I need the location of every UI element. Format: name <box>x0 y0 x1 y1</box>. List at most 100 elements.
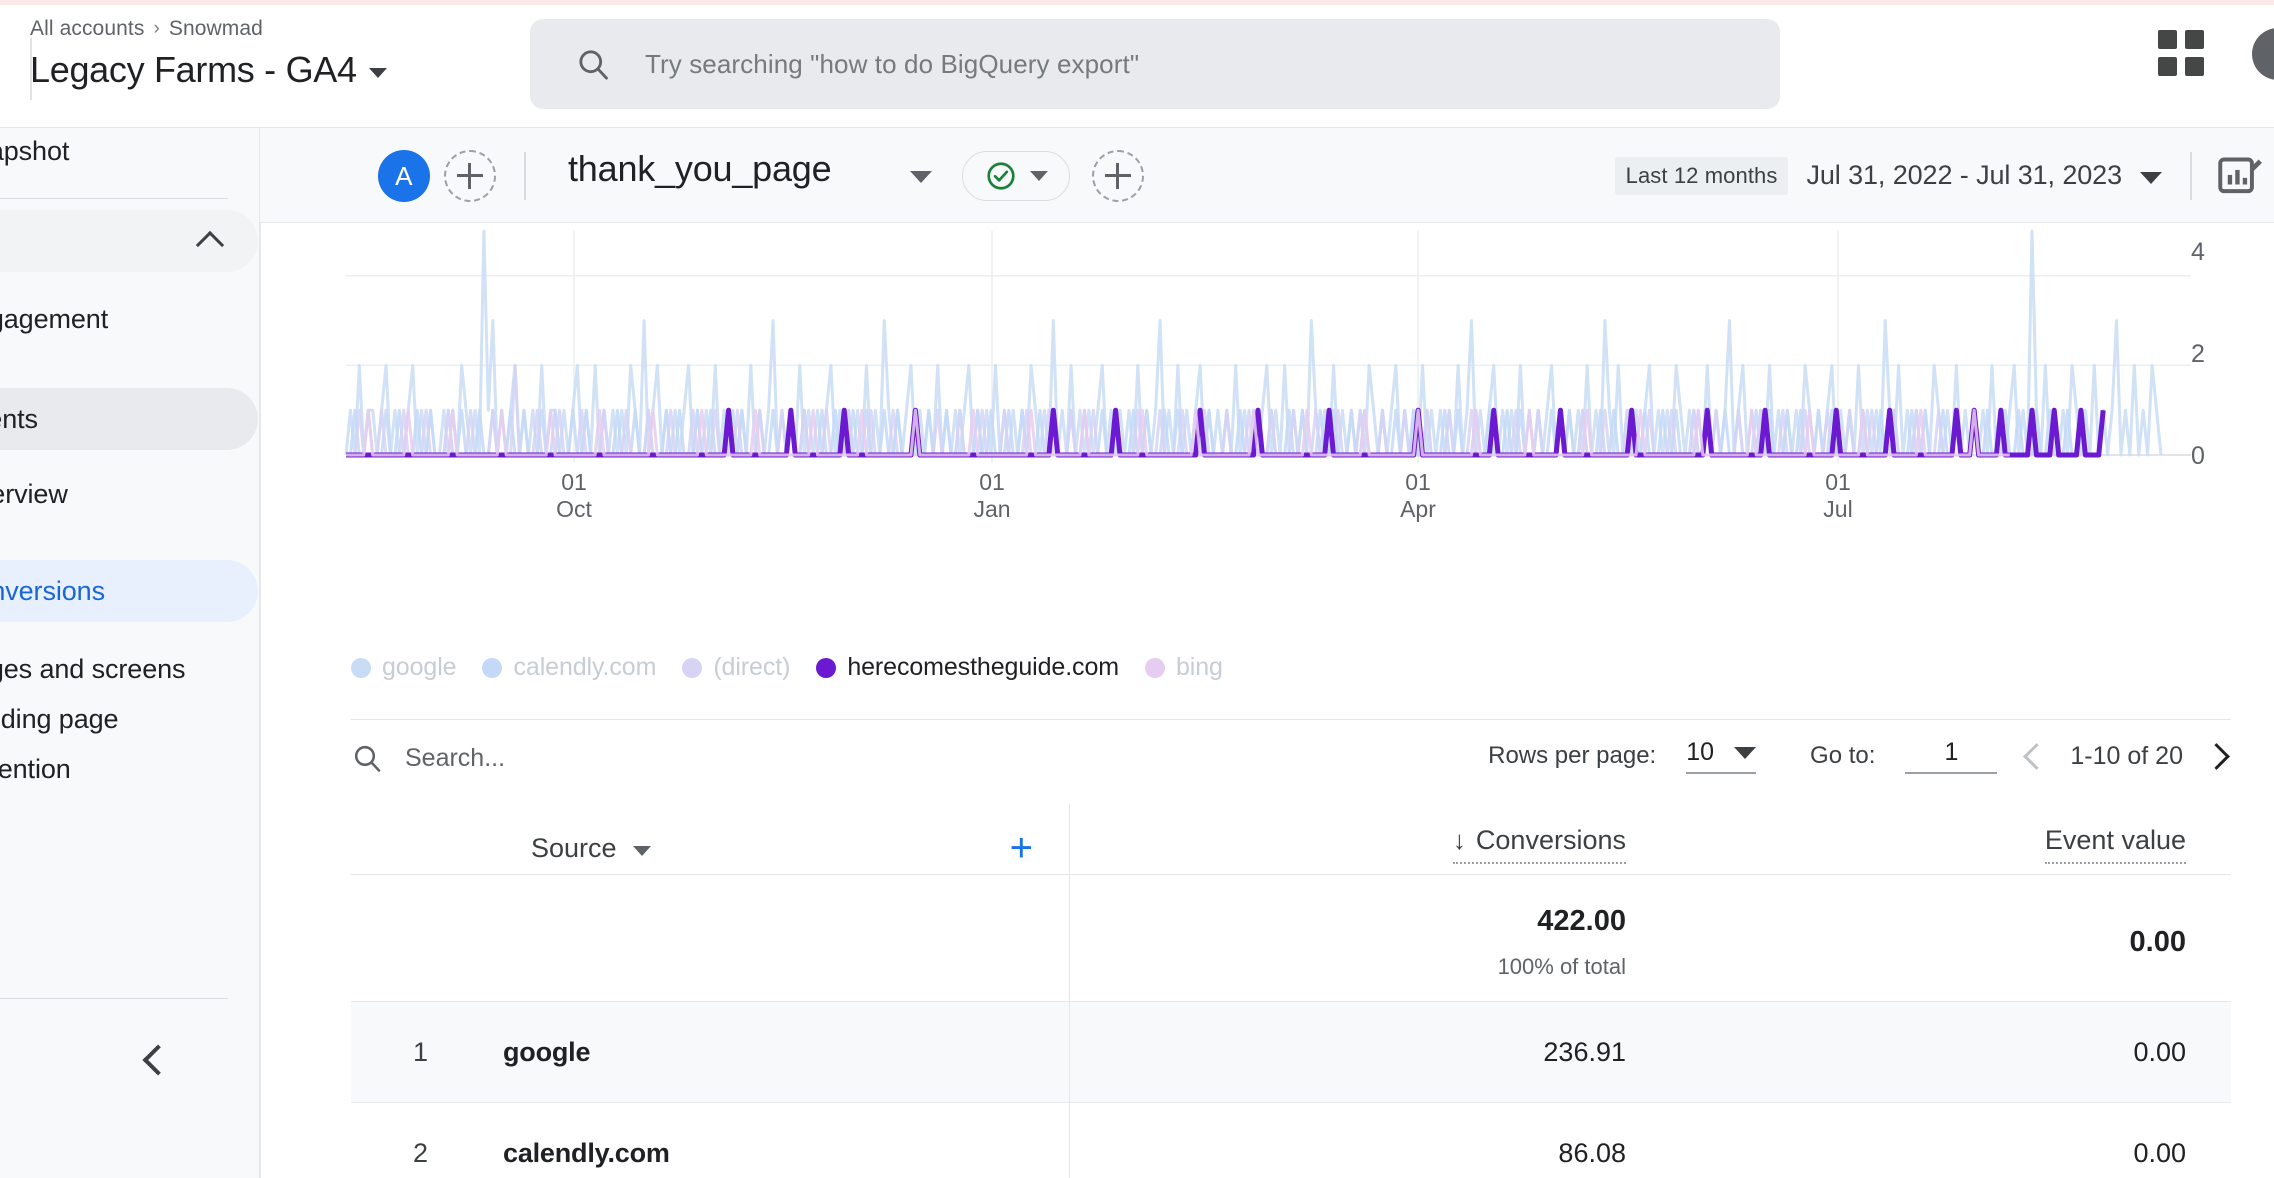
x-tick-month: Oct <box>556 495 592 522</box>
table-row[interactable]: 1 google 236.91 0.00 <box>351 1002 2231 1103</box>
totals-conversions-cell: 422.00 100% of total <box>1070 875 1670 1001</box>
date-range-selector[interactable]: Last 12 months Jul 31, 2022 - Jul 31, 20… <box>1614 128 2162 223</box>
goto-label: Go to: <box>1810 742 1876 769</box>
x-tick-day: 01 <box>979 469 1005 495</box>
table-search-input[interactable]: Search... <box>351 742 505 774</box>
event-value-header-label: Event value <box>2044 825 2186 855</box>
legend-item[interactable]: herecomestheguide.com <box>816 653 1119 682</box>
apps-grid-icon[interactable] <box>2158 30 2204 76</box>
chevron-down-icon <box>368 68 387 78</box>
add-comparison-button[interactable] <box>444 150 496 202</box>
global-search-placeholder: Try searching "how to do BigQuery export… <box>645 48 1140 79</box>
chevron-left-icon <box>142 1044 174 1076</box>
row-source-name[interactable]: calendly.com <box>503 1138 670 1169</box>
legend-label: (direct) <box>713 653 791 681</box>
legend-color-dot <box>682 657 703 678</box>
goto-page-input[interactable]: 1 <box>1905 738 1998 774</box>
sidebar-item-retention[interactable]: Retention <box>0 738 258 800</box>
sidebar-item-overview[interactable]: Overview <box>0 463 258 525</box>
add-dimension-button[interactable]: + <box>1010 828 1033 868</box>
totals-conversions-value: 422.00 <box>1537 904 1626 937</box>
event-value-header: Event value <box>2044 825 2186 864</box>
conversions-time-series-chart[interactable]: 4 2 0 01 Oct 01 Jan 01 Apr 01 Jul <box>306 223 2236 643</box>
sidebar-collapse-button[interactable] <box>136 1038 180 1082</box>
status-filter-chip[interactable] <box>962 151 1070 201</box>
sidebar-item-label: Landing page <box>0 703 119 734</box>
global-search-input[interactable]: Try searching "how to do BigQuery export… <box>530 19 1780 109</box>
account-selector[interactable]: All accounts › Snowmad Legacy Farms - GA… <box>30 16 490 100</box>
chart-edit-icon[interactable] <box>2212 152 2266 202</box>
row-conversions-value: 236.91 <box>1543 1036 1626 1067</box>
legend-item[interactable]: google <box>351 653 457 682</box>
add-filter-button[interactable] <box>1092 150 1144 202</box>
chevron-down-icon <box>1029 171 1048 181</box>
breadcrumb-account[interactable]: Snowmad <box>169 17 263 41</box>
legend-item[interactable]: bing <box>1144 653 1223 682</box>
y-axis-tick: 2 <box>2191 340 2205 368</box>
breadcrumb-all-accounts[interactable]: All accounts <box>30 17 144 41</box>
sidebar-bottom-divider <box>0 998 228 999</box>
property-row[interactable]: Legacy Farms - GA4 <box>30 49 490 91</box>
comparison-avatar-initial: A <box>395 160 413 191</box>
legend-color-dot <box>816 657 837 678</box>
totals-event-value: 0.00 <box>2129 925 2186 958</box>
sidebar-item-label: Pages and screens <box>0 653 186 684</box>
rows-per-page-label: Rows per page: <box>1488 742 1657 769</box>
table-header-row: Source + ↓ Conversions Event value <box>351 804 2231 875</box>
comparison-avatar-badge[interactable]: A <box>378 150 430 202</box>
conversions-header-label: Conversions <box>1475 825 1626 855</box>
legend-item[interactable]: calendly.com <box>482 653 656 682</box>
sidebar-item-label: Retention <box>0 753 71 784</box>
x-axis-tick: 01 Oct <box>524 469 624 523</box>
legend-label: google <box>382 653 457 681</box>
row-event-value: 0.00 <box>2133 1137 2186 1168</box>
x-tick-day: 01 <box>1825 469 1851 495</box>
apps-grid-cell <box>2158 30 2177 49</box>
dimension-selector[interactable]: Source <box>531 833 651 864</box>
report-title[interactable]: thank_you_page <box>568 148 832 190</box>
row-index: 2 <box>413 1137 429 1168</box>
legend-color-dot <box>482 657 503 678</box>
y-axis-tick: 4 <box>2191 238 2205 266</box>
x-tick-month: Jan <box>973 495 1011 522</box>
row-source-name[interactable]: google <box>503 1037 590 1068</box>
report-card: 4 2 0 01 Oct 01 Jan 01 Apr 01 Jul google… <box>306 223 2236 1178</box>
sidebar-item-events[interactable]: Events <box>0 388 258 450</box>
sidebar-item-snapshot[interactable]: Snapshot <box>0 128 258 182</box>
sort-desc-icon: ↓ <box>1452 825 1466 855</box>
top-app-bar: All accounts › Snowmad Legacy Farms - GA… <box>0 0 2274 128</box>
chevron-down-icon <box>1734 746 1757 759</box>
dimension-header-label: Source <box>531 833 617 863</box>
table-row[interactable]: 2 calendly.com 86.08 0.00 <box>351 1103 2231 1178</box>
left-navigation-sidebar: Snapshot Engagement Events Overview Conv… <box>0 128 260 1178</box>
legend-label: bing <box>1175 653 1223 681</box>
totals-percent-label: 100% of total <box>1497 953 1626 979</box>
sidebar-item-label: Overview <box>0 478 68 509</box>
chevron-left-icon[interactable] <box>2023 742 2051 770</box>
conversions-header-cell[interactable]: ↓ Conversions <box>1070 804 1670 874</box>
chart-legend: google calendly.com (direct) herecomesthegu… <box>351 653 1223 682</box>
x-tick-month: Apr <box>1400 495 1436 522</box>
event-value-header-cell[interactable]: Event value <box>1670 804 2230 874</box>
chevron-right-icon[interactable] <box>2203 742 2230 770</box>
legend-item[interactable]: (direct) <box>682 653 790 682</box>
rows-per-page-select[interactable]: 10 <box>1686 738 1757 774</box>
pagination-controls: Rows per page: 10 Go to: 1 1-10 of 20 <box>1488 738 2230 774</box>
sidebar-item-label: Conversions <box>0 575 105 606</box>
sidebar-item-engagement[interactable]: Engagement <box>0 288 258 350</box>
apps-grid-cell <box>2185 30 2204 49</box>
conversions-table: Source + ↓ Conversions Event value 422.0… <box>351 804 2231 1178</box>
sidebar-item-label: Snapshot <box>0 135 70 166</box>
totals-dimension-cell <box>351 875 1069 1001</box>
x-tick-month: Jul <box>1823 495 1853 522</box>
report-toolbar: A thank_you_page Last 12 months Jul 31, … <box>0 128 2274 223</box>
sidebar-group-acquisition[interactable] <box>0 210 258 272</box>
chevron-down-icon[interactable] <box>910 171 932 183</box>
user-avatar-icon[interactable] <box>2252 28 2274 80</box>
sidebar-item-conversions[interactable]: Conversions <box>0 560 258 622</box>
x-tick-day: 01 <box>561 469 587 495</box>
sidebar-item-label: Events <box>0 403 38 434</box>
row-event-value: 0.00 <box>2133 1036 2186 1067</box>
x-axis-tick: 01 Jan <box>942 469 1042 523</box>
date-range-text: Jul 31, 2022 - Jul 31, 2023 <box>1806 160 2122 190</box>
